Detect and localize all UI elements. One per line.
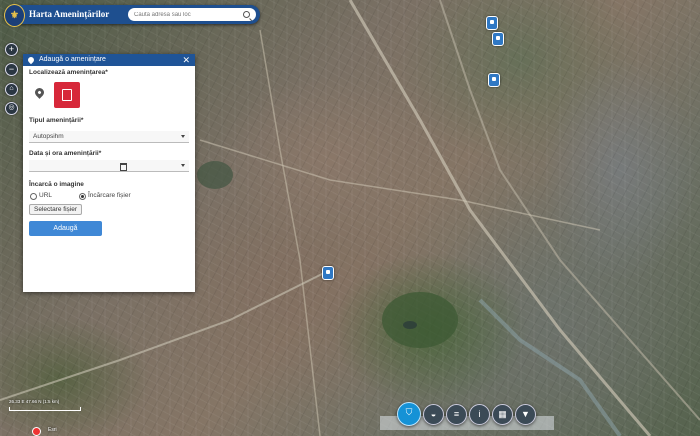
filter-icon[interactable]: ▼ (515, 404, 536, 425)
coat-of-arms-icon[interactable]: ⚜ (4, 4, 25, 27)
basemap-icon[interactable]: ◒ (423, 404, 444, 425)
radio-url-label: URL (39, 192, 53, 199)
calendar-icon[interactable] (120, 163, 127, 171)
app-header: ⚜ Harta Amenințărilor (4, 4, 260, 27)
zoom-out-icon[interactable]: − (5, 63, 18, 76)
pin-icon (26, 55, 36, 65)
search-input[interactable] (134, 9, 234, 20)
coordinates-readout: 26.33 E 47.66 N (1:5 km) (9, 399, 60, 404)
radio-file[interactable] (79, 193, 86, 200)
upload-label: Încarcă o imagine (29, 181, 84, 188)
add-button[interactable]: Adaugă (29, 221, 102, 236)
radio-url[interactable] (30, 193, 37, 200)
list-icon[interactable]: ≡ (446, 404, 467, 425)
app-title: Harta Amenințărilor (29, 9, 110, 19)
locate-icon[interactable]: ◎ (5, 102, 18, 115)
location-label: Localizează amenințarea* (29, 69, 108, 76)
datetime-input[interactable] (29, 160, 189, 172)
type-select-value: Autopsihm (33, 133, 64, 140)
info-icon[interactable]: i (469, 404, 490, 425)
dialog-header: Adaugă o amenințare ✕ (23, 54, 195, 66)
threat-marker[interactable] (492, 32, 504, 46)
upload-source-radios: URL Încărcare fișier (29, 192, 189, 202)
dialog-body: Localizează amenințarea* Tipul amenințăr… (23, 66, 195, 239)
type-label: Tipul amenințării* (29, 117, 84, 124)
threat-marker[interactable] (488, 73, 500, 87)
zoom-in-icon[interactable]: + (5, 43, 18, 56)
close-icon[interactable]: ✕ (182, 54, 190, 66)
search-icon[interactable] (243, 11, 250, 18)
location-picker (29, 82, 189, 110)
threat-marker[interactable] (486, 16, 498, 30)
chevron-down-icon (181, 135, 185, 138)
chevron-down-icon[interactable] (181, 164, 185, 167)
home-icon[interactable]: ⌂ (5, 83, 18, 96)
search-box (128, 8, 256, 21)
datetime-label: Data și ora amenințării* (29, 150, 102, 157)
map-attribution: Esri (48, 427, 57, 433)
grid-icon[interactable]: ▦ (492, 404, 513, 425)
provider-logo-icon (32, 427, 41, 436)
type-select[interactable]: Autopsihm (29, 131, 189, 143)
dialog-title: Adaugă o amenințare (39, 56, 106, 63)
radio-file-label: Încărcare fișier (88, 192, 131, 199)
select-file-button[interactable]: Selectare fișier (29, 204, 82, 215)
threat-marker[interactable] (322, 266, 334, 280)
layers-icon[interactable]: ⛉ (397, 402, 421, 426)
clipboard-icon[interactable] (54, 82, 80, 108)
map-pin-icon[interactable] (33, 86, 46, 99)
add-threat-dialog: Adaugă o amenințare ✕ Localizează amenin… (23, 54, 195, 292)
scale-bar (9, 407, 81, 411)
